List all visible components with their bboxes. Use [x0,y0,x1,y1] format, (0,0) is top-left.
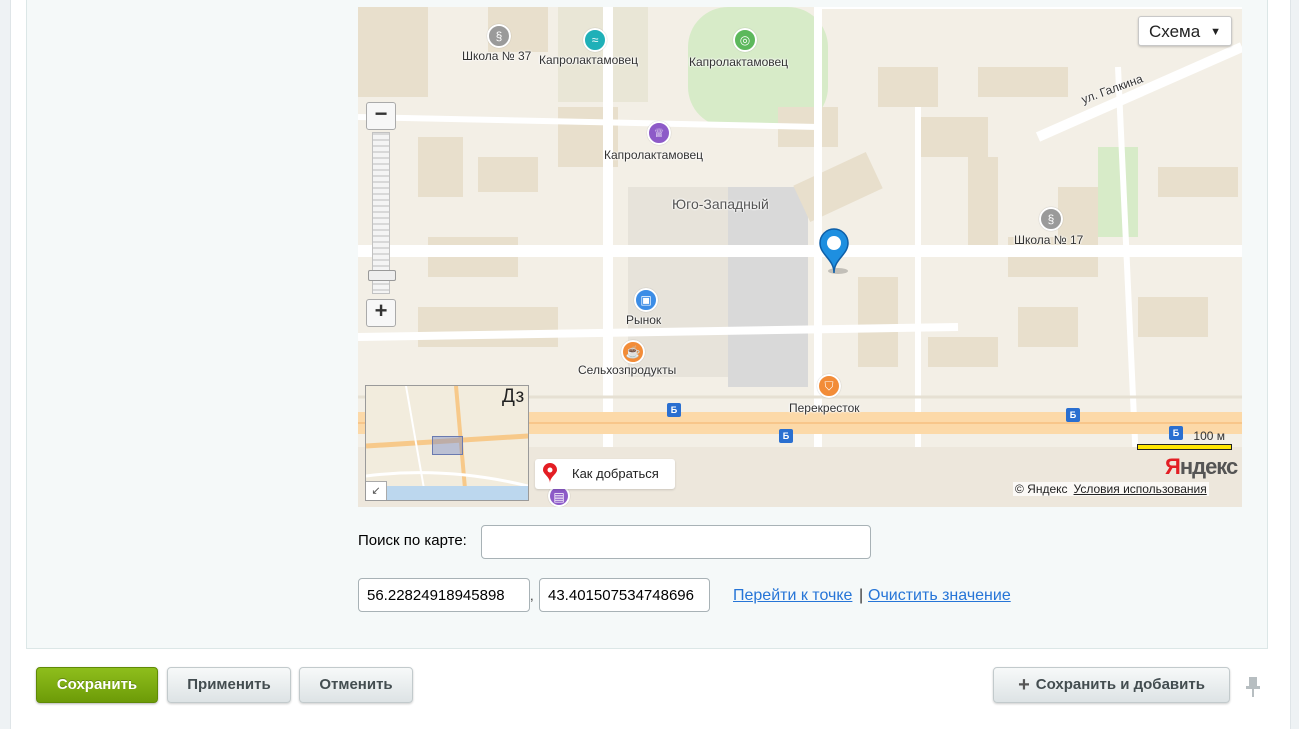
search-label: Поиск по карте: [358,532,467,549]
bus-stop-icon[interactable]: Б [667,403,681,417]
label-kaprolaktamovets-stadium: Капролактамовец [689,55,789,69]
label-kaprolaktamovets-trophy: Капролактамовец [604,148,704,162]
overview-minimap[interactable]: Дз ↙ [365,385,529,501]
terms-link[interactable]: Условия использования [1074,482,1207,496]
basket-icon[interactable]: ⛉ [817,374,841,398]
school-icon[interactable]: § [1039,207,1063,231]
label-selkhoz: Сельхозпродукты [578,363,677,377]
minimap-viewport[interactable] [432,436,463,455]
save-and-add-label: Сохранить и добавить [1035,676,1205,693]
pin-panel-icon[interactable] [1244,676,1262,698]
label-school-37: Школа № 37 [462,49,532,63]
label-school-17: Школа № 17 [1014,233,1084,247]
chevron-down-icon: ▼ [1210,26,1221,38]
market-icon[interactable]: ▣ [634,288,658,312]
route-pin-icon [543,463,557,483]
yandex-map[interactable]: § Школа № 37 ≈ Капролактамовец ◎ Капрола… [358,7,1242,507]
coord-separator: , [530,588,534,603]
yandex-logo[interactable]: Яндекс [1165,454,1238,480]
bus-stop-icon[interactable]: Б [779,429,793,443]
goto-point-link[interactable]: Перейти к точке [733,587,852,605]
pool-icon[interactable]: ≈ [583,28,607,52]
zoom-out-button[interactable]: − [366,102,396,130]
save-button[interactable]: Сохранить [36,667,158,703]
trophy-icon[interactable]: ♕ [647,121,671,145]
label-perekrestok: Перекресток [789,401,860,415]
bus-stop-icon[interactable]: Б [1169,426,1183,440]
minimap-collapse-icon[interactable]: ↙ [366,481,387,500]
longitude-input[interactable] [539,578,710,612]
link-separator: | [859,587,864,604]
map-type-selector[interactable]: Схема ▼ [1138,16,1232,46]
zoom-control: − + [366,102,396,327]
map-type-label: Схема [1149,22,1201,41]
plus-icon: + [1018,674,1030,696]
copyright-text: © Яндекс [1015,482,1068,496]
scale-label: 100 м [1193,429,1225,443]
zoom-in-button[interactable]: + [366,299,396,327]
shop-icon[interactable]: ☕ [621,340,645,364]
map-copyright: © Яндекс Условия использования [1013,482,1209,496]
apply-button[interactable]: Применить [167,667,291,703]
stadium-icon[interactable]: ◎ [733,28,757,52]
clear-value-link[interactable]: Очистить значение [868,587,1011,605]
bus-stop-icon[interactable]: Б [1066,408,1080,422]
zoom-slider-handle[interactable] [368,270,396,281]
cancel-button[interactable]: Отменить [299,667,413,703]
save-and-add-button[interactable]: + Сохранить и добавить [993,667,1230,703]
route-button-label: Как добраться [572,466,659,481]
minimap-label: Дз [502,386,525,407]
label-district: Юго-Западный [672,196,769,212]
school-icon[interactable]: § [487,24,511,48]
latitude-input[interactable] [358,578,530,612]
route-button[interactable]: Как добраться [535,459,675,489]
label-market: Рынок [626,313,662,327]
scale-bar [1137,444,1232,450]
location-marker-icon[interactable] [816,225,856,277]
map-search-input[interactable] [481,525,871,559]
label-kaprolaktamovets-pool: Капролактамовец [539,53,639,67]
